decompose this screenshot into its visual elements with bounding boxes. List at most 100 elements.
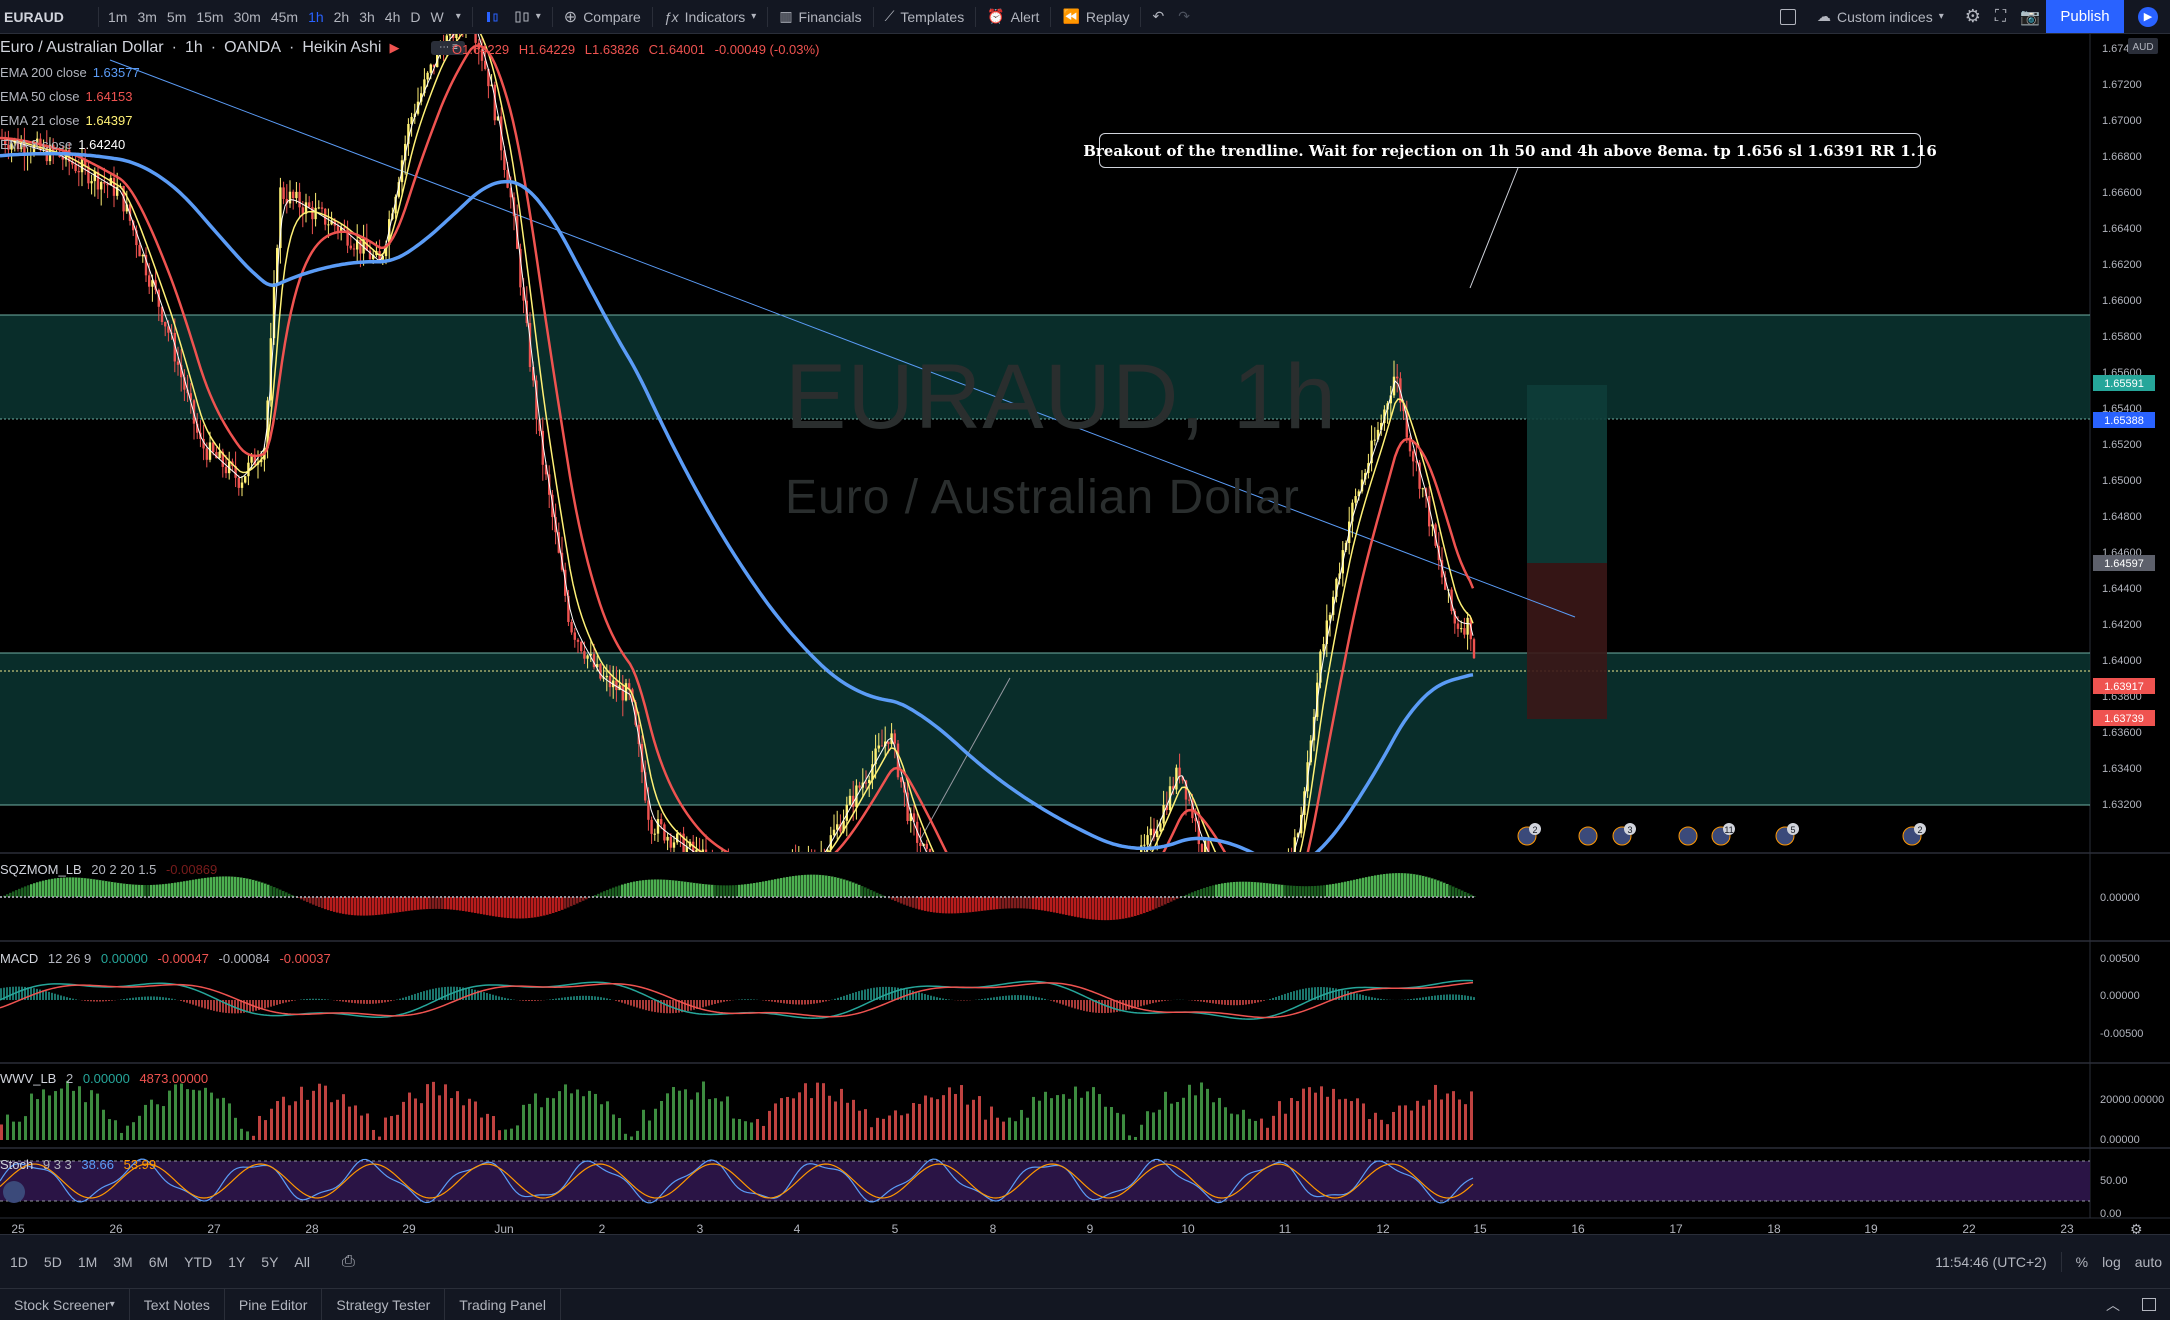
auto-toggle[interactable]: auto <box>2135 1254 2162 1270</box>
indicators-button[interactable]: ƒx Indicators ▾ <box>657 9 764 25</box>
tab-stock-screener[interactable]: Stock Screener ▾ <box>0 1289 130 1320</box>
templates-button[interactable]: ⟋ Templates <box>878 8 972 25</box>
flag-icon[interactable]: ▶ <box>389 40 399 56</box>
chart-style-button[interactable] <box>477 9 507 25</box>
interval-45m[interactable]: 45m <box>266 9 303 25</box>
fullscreen-icon[interactable]: ⛶ <box>1995 8 2006 26</box>
goto-date-icon[interactable]: ⎙ <box>342 1253 355 1271</box>
undo-button[interactable]: ↶ <box>1145 8 1171 25</box>
sqzmom-bar <box>330 897 333 911</box>
compare-button[interactable]: ⊕ Compare <box>557 7 648 27</box>
sqzmom-bar <box>1200 889 1203 897</box>
event-marker[interactable] <box>1579 827 1597 845</box>
candle-body <box>138 245 140 256</box>
redo-button[interactable]: ↷ <box>1171 8 1197 25</box>
interval-1m[interactable]: 1m <box>103 9 132 25</box>
macd-histogram-bar <box>885 987 887 1000</box>
sqzmom-bar <box>954 897 957 913</box>
wwv-bar <box>1044 1092 1047 1140</box>
range-1y[interactable]: 1Y <box>220 1254 253 1270</box>
chart-canvas[interactable]: 1.674001.672001.670001.668001.666001.664… <box>0 34 2170 1234</box>
interval-W[interactable]: W <box>426 9 449 25</box>
wwv-bar <box>480 1118 483 1140</box>
range-all[interactable]: All <box>286 1254 318 1270</box>
interval-1h[interactable]: 1h <box>303 9 329 25</box>
symbol-search[interactable]: EURAUD <box>0 9 94 25</box>
collapse-chevron-icon[interactable]: ︿ <box>2106 1295 2120 1315</box>
replay-button[interactable]: ⏪ Replay <box>1055 8 1136 25</box>
interval-D[interactable]: D <box>405 9 425 25</box>
clock[interactable]: 11:54:46 (UTC+2) <box>1935 1254 2046 1270</box>
stoch-marker[interactable] <box>3 1181 25 1203</box>
publish-play-button[interactable]: ▶ <box>2126 0 2170 33</box>
sqzmom-bar <box>822 875 825 897</box>
chevron-down-icon[interactable]: ▾ <box>449 9 468 25</box>
interval-3h[interactable]: 3h <box>354 9 380 25</box>
wwv-bar <box>1212 1102 1215 1140</box>
macd-histogram-bar <box>600 997 602 1000</box>
range-5d[interactable]: 5D <box>36 1254 70 1270</box>
publish-button[interactable]: Publish <box>2046 0 2124 33</box>
sqzmom-bar <box>909 897 912 907</box>
interval-15m[interactable]: 15m <box>191 9 228 25</box>
interval-3m[interactable]: 3m <box>132 9 161 25</box>
sqzmom-bar <box>798 875 801 897</box>
interval-30m[interactable]: 30m <box>229 9 266 25</box>
range-3m[interactable]: 3M <box>105 1254 140 1270</box>
interval-4h[interactable]: 4h <box>380 9 406 25</box>
sqzmom-bar <box>1158 897 1161 907</box>
divider <box>2061 1252 2062 1272</box>
range-1m[interactable]: 1M <box>70 1254 105 1270</box>
sqzmom-bar <box>342 897 345 914</box>
candle-body <box>935 866 937 882</box>
wwv-legend: WWV_LB 2 0.00000 4873.00000 <box>0 1071 208 1086</box>
alert-button[interactable]: ⏰ Alert <box>980 8 1046 25</box>
custom-indices-label: Custom indices <box>1837 9 1933 25</box>
sqzmom-bar <box>861 886 864 897</box>
sqzmom-bar <box>930 897 933 912</box>
interval-2h[interactable]: 2h <box>329 9 355 25</box>
time-axis-label: 12 <box>1376 1222 1390 1234</box>
range-5y[interactable]: 5Y <box>253 1254 286 1270</box>
tab-trading-panel[interactable]: Trading Panel <box>445 1289 561 1320</box>
sqzmom-bar <box>840 879 843 897</box>
bottom-bar-right: ︿ <box>2106 1289 2156 1320</box>
layout-square-icon[interactable] <box>1780 9 1796 25</box>
range-ytd[interactable]: YTD <box>176 1254 220 1270</box>
sqzmom-bar <box>1089 897 1092 919</box>
range-1d[interactable]: 1D <box>2 1254 36 1270</box>
custom-indices-button[interactable]: ☁ Custom indices ▾ <box>1810 8 1951 25</box>
sqzmom-bar <box>345 897 348 914</box>
range-6m[interactable]: 6M <box>141 1254 176 1270</box>
tab-strategy-tester[interactable]: Strategy Tester <box>322 1289 445 1320</box>
sqzmom-name: SQZMOM_LB <box>0 862 82 877</box>
event-marker[interactable] <box>1679 827 1697 845</box>
macd-histogram-bar <box>1341 990 1343 1000</box>
wwv-bar <box>366 1113 369 1140</box>
sqzmom-bar <box>1071 897 1074 916</box>
candle-body <box>1041 930 1043 941</box>
sqzmom-bar <box>849 881 852 897</box>
financials-button[interactable]: ▥ Financials <box>772 8 868 25</box>
camera-icon[interactable]: 📷 <box>2020 7 2040 27</box>
percent-toggle[interactable]: % <box>2076 1254 2088 1270</box>
sqzmom-bar <box>747 884 750 897</box>
maximize-icon[interactable] <box>2142 1298 2156 1311</box>
candle-body <box>586 655 588 658</box>
candle-body <box>798 854 800 866</box>
wwv-bar <box>1092 1087 1095 1140</box>
bars-style-button[interactable]: ▾ <box>507 9 548 25</box>
sqzmom-bar <box>960 897 963 913</box>
sqzmom-bar <box>168 883 171 897</box>
sqzmom-bar <box>687 882 690 897</box>
log-toggle[interactable]: log <box>2102 1254 2121 1270</box>
macd-histogram-value: 0.00000 <box>101 951 148 966</box>
macd-histogram-bar <box>1347 991 1349 1000</box>
gear-icon[interactable]: ⚙ <box>1965 6 1981 27</box>
tab-text-notes[interactable]: Text Notes <box>130 1289 225 1320</box>
tab-pine-editor[interactable]: Pine Editor <box>225 1289 322 1320</box>
annotation-callout[interactable]: Breakout of the trendline. Wait for reje… <box>1099 133 1921 168</box>
divider <box>98 7 99 27</box>
interval-5m[interactable]: 5m <box>162 9 191 25</box>
price-axis-label: 1.64200 <box>2102 619 2142 631</box>
